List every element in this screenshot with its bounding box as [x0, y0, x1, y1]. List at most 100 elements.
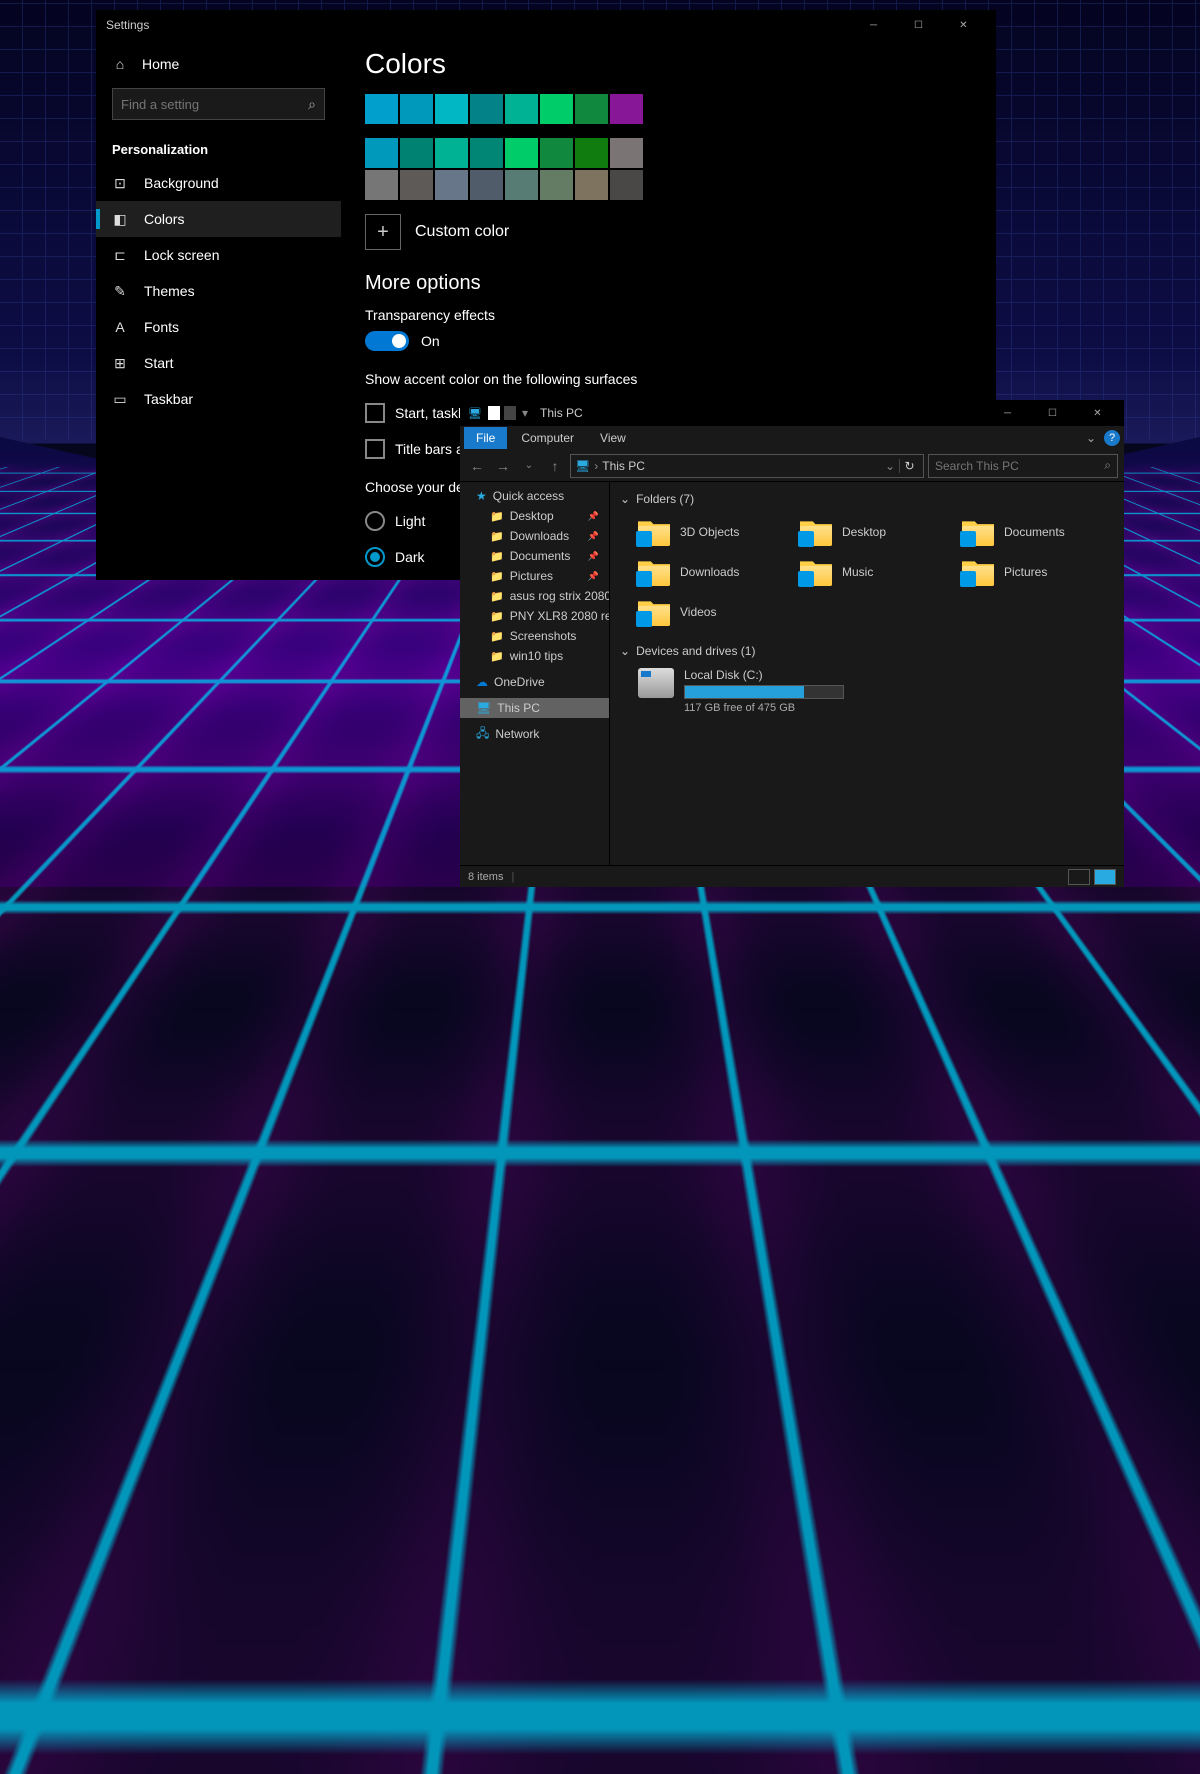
color-swatch[interactable] [610, 94, 643, 124]
tree-item-pictures[interactable]: 📁Pictures📌 [460, 566, 609, 586]
color-swatch[interactable] [435, 138, 468, 168]
tab-computer[interactable]: Computer [509, 427, 586, 449]
tree-item-screenshots[interactable]: 📁Screenshots [460, 626, 609, 646]
nav-item-taskbar[interactable]: ▭Taskbar [96, 381, 341, 417]
tree-item-pny-xlr8-2080-review[interactable]: 📁PNY XLR8 2080 review [460, 606, 609, 626]
color-swatch[interactable] [470, 138, 503, 168]
radio-dark[interactable] [365, 547, 385, 567]
color-swatch[interactable] [610, 138, 643, 168]
settings-titlebar[interactable]: Settings ─ ☐ ✕ [96, 10, 996, 40]
tree-network[interactable]: 🖧 Network [460, 724, 609, 744]
view-details-button[interactable] [1068, 869, 1090, 885]
color-swatch[interactable] [400, 94, 433, 124]
nav-item-start[interactable]: ⊞Start [96, 345, 341, 381]
folder-3d-objects[interactable]: 3D Objects [638, 516, 790, 548]
nav-item-colors[interactable]: ◧Colors [96, 201, 341, 237]
transparency-toggle[interactable] [365, 331, 409, 351]
drives-group-header[interactable]: ⌄ Devices and drives (1) [620, 640, 1114, 662]
color-swatch[interactable] [575, 94, 608, 124]
folder-desktop[interactable]: Desktop [800, 516, 952, 548]
view-tiles-button[interactable] [1094, 869, 1116, 885]
drive-free-text: 117 GB free of 475 GB [684, 702, 844, 714]
tab-view[interactable]: View [588, 427, 638, 449]
color-swatch[interactable] [400, 138, 433, 168]
color-swatch[interactable] [505, 94, 538, 124]
explorer-minimize-button[interactable]: ─ [985, 400, 1030, 426]
color-swatch[interactable] [575, 170, 608, 200]
explorer-search-input[interactable] [935, 459, 1098, 473]
nav-item-themes[interactable]: ✎Themes [96, 273, 341, 309]
folders-group-header[interactable]: ⌄ Folders (7) [620, 488, 1114, 510]
radio-light[interactable] [365, 511, 385, 531]
folder-music[interactable]: Music [800, 556, 952, 588]
tree-item-documents[interactable]: 📁Documents📌 [460, 546, 609, 566]
address-dropdown-icon[interactable]: ⌄ [885, 459, 895, 473]
close-button[interactable]: ✕ [941, 10, 986, 40]
color-swatch[interactable] [470, 94, 503, 124]
explorer-titlebar[interactable]: 🖥 ▾ This PC ─ ☐ ✕ [460, 400, 1124, 426]
help-icon[interactable]: ? [1104, 430, 1120, 446]
address-bar[interactable]: 🖥 › This PC ⌄ ↻ [570, 454, 924, 478]
radio-light-label: Light [395, 513, 425, 529]
color-swatch[interactable] [540, 138, 573, 168]
pin-icon: 📌 [588, 531, 603, 542]
color-swatch[interactable] [435, 94, 468, 124]
tree-item-label: PNY XLR8 2080 review [510, 609, 609, 623]
nav-forward[interactable]: → [492, 455, 514, 477]
nav-up[interactable]: ↑ [544, 455, 566, 477]
tree-this-pc[interactable]: 🖥 This PC [460, 698, 609, 718]
nav-item-background[interactable]: ⊡Background [96, 165, 341, 201]
breadcrumb-chevron-icon[interactable]: › [594, 459, 598, 473]
ribbon-expand-icon[interactable]: ⌄ [1086, 431, 1096, 445]
tree-item-downloads[interactable]: 📁Downloads📌 [460, 526, 609, 546]
color-swatch[interactable] [365, 170, 398, 200]
folder-videos[interactable]: Videos [638, 596, 790, 628]
color-swatch[interactable] [505, 138, 538, 168]
pin-icon: 📌 [588, 571, 603, 582]
pin-icon: 📌 [588, 511, 603, 522]
tab-file[interactable]: File [464, 427, 507, 449]
color-swatches-top [365, 94, 972, 124]
folder-downloads[interactable]: Downloads [638, 556, 790, 588]
color-swatch[interactable] [400, 170, 433, 200]
tree-quick-access[interactable]: ★ Quick access [460, 486, 609, 506]
custom-color-button[interactable]: + [365, 214, 401, 250]
nav-item-lock-screen[interactable]: ⊏Lock screen [96, 237, 341, 273]
checkbox-start-taskbar[interactable] [365, 403, 385, 423]
explorer-search[interactable]: ⌕ [928, 454, 1118, 478]
tree-onedrive[interactable]: ☁ OneDrive [460, 672, 609, 692]
nav-label: Colors [144, 211, 184, 227]
folder-pictures[interactable]: Pictures [962, 556, 1114, 588]
nav-back[interactable]: ← [466, 455, 488, 477]
folder-documents[interactable]: Documents [962, 516, 1114, 548]
nav-item-fonts[interactable]: AFonts [96, 309, 341, 345]
color-swatch[interactable] [540, 94, 573, 124]
qat-properties-icon[interactable] [488, 406, 500, 420]
explorer-close-button[interactable]: ✕ [1075, 400, 1120, 426]
tree-item-win10-tips[interactable]: 📁win10 tips [460, 646, 609, 666]
color-swatch[interactable] [540, 170, 573, 200]
tree-item-desktop[interactable]: 📁Desktop📌 [460, 506, 609, 526]
explorer-maximize-button[interactable]: ☐ [1030, 400, 1075, 426]
tree-item-asus-rog-strix-2080[interactable]: 📁asus rog strix 2080 [460, 586, 609, 606]
maximize-button[interactable]: ☐ [896, 10, 941, 40]
color-swatch[interactable] [610, 170, 643, 200]
settings-search-input[interactable] [121, 97, 308, 112]
color-swatch[interactable] [435, 170, 468, 200]
home-nav[interactable]: ⌂ Home [96, 48, 341, 80]
qat-new-folder-icon[interactable] [504, 406, 516, 420]
settings-search[interactable]: ⌕ [112, 88, 325, 120]
color-swatch[interactable] [365, 94, 398, 124]
address-text[interactable]: This PC [602, 459, 645, 473]
qat-divider: ▾ [522, 406, 528, 420]
checkbox-titlebars[interactable] [365, 439, 385, 459]
color-swatch[interactable] [505, 170, 538, 200]
refresh-button[interactable]: ↻ [899, 459, 919, 473]
color-swatch[interactable] [575, 138, 608, 168]
color-swatch[interactable] [365, 138, 398, 168]
nav-icon: ✎ [112, 283, 128, 299]
drive-item[interactable]: Local Disk (C:) 117 GB free of 475 GB [620, 662, 1114, 720]
nav-recent[interactable]: ⌄ [518, 455, 540, 477]
color-swatch[interactable] [470, 170, 503, 200]
minimize-button[interactable]: ─ [851, 10, 896, 40]
